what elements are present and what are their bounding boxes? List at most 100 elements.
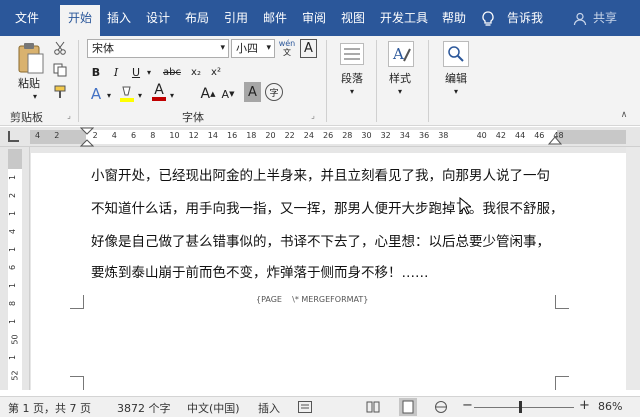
document-canvas: 小窗开处，已经现出阿金的上半身来，并且立刻看见了我，向那男人说了一句 不知道什么… [30,147,640,390]
crop-mark [555,295,569,309]
tab-view[interactable]: 视图 [337,6,369,36]
zoom-slider-thumb[interactable] [519,401,522,413]
paste-button[interactable]: 粘贴 [10,76,48,90]
ruler-tick-label: 32 [380,131,391,140]
text-effects-dropdown-icon[interactable]: ▾ [104,86,114,104]
tab-home[interactable]: 开始 [60,5,100,36]
web-layout-icon[interactable] [434,400,448,414]
zoom-slider-track[interactable] [474,407,574,408]
right-indent-marker-icon[interactable] [548,133,562,145]
vertical-ruler[interactable]: 1 2 1 4 1 6 1 8 1 50 1 52 [0,147,30,390]
font-name-box[interactable]: 宋体 ▾ [87,39,229,58]
share-button[interactable]: 共享 [589,6,621,36]
styles-dropdown-icon[interactable]: ▾ [393,86,407,96]
paste-dropdown-icon[interactable]: ▾ [28,91,42,101]
ruler-tick-label: 52 [10,370,20,381]
copy-icon[interactable] [53,63,67,77]
tab-design[interactable]: 设计 [142,6,174,36]
chevron-down-icon[interactable]: ▾ [266,40,271,57]
tab-layout[interactable]: 布局 [181,6,213,36]
indent-marker-icon[interactable] [80,127,94,147]
macro-record-icon[interactable] [298,401,312,413]
group-divider [326,40,327,122]
grow-font-button[interactable]: A ▲ [199,84,217,104]
zoom-level[interactable]: 86% [598,400,622,413]
zoom-in-button[interactable]: + [579,398,590,413]
phonetic-guide-label: wén [278,39,296,48]
read-mode-icon[interactable] [366,400,380,414]
tab-references[interactable]: 引用 [220,6,252,36]
collapse-ribbon-icon[interactable]: ∧ [617,110,631,120]
document-line[interactable]: 好像是自己做了甚么错事似的，书译不下去了，心里想：以后总要少管闲事， [91,230,550,250]
find-magnifier-icon[interactable] [443,41,469,67]
cut-icon[interactable] [53,41,67,55]
character-shading-button[interactable]: A [244,82,261,102]
tab-help[interactable]: 帮助 [438,6,470,36]
print-layout-icon[interactable] [399,398,417,416]
chevron-down-icon[interactable]: ▾ [220,40,225,57]
subscript-button[interactable]: x₂ [188,63,204,81]
document-line[interactable]: 不知道什么话，用手向我一指，又一挥，那男人便开大步跑掉了。我很不舒服， [91,197,564,217]
tab-review[interactable]: 审阅 [298,6,330,36]
ruler-tick-label: 2 [8,192,18,199]
font-group-label: 字体 [182,111,204,124]
editing-button[interactable]: 编辑 [440,71,472,85]
ruler-tick-label: 1 [8,354,18,361]
phonetic-guide-button[interactable]: wén 文 [278,38,296,58]
clipboard-launcher-icon[interactable]: ⌟ [64,110,74,120]
share-person-icon[interactable] [573,12,587,26]
character-border-button[interactable]: A [300,39,317,58]
language-indicator[interactable]: 中文(中国) [187,400,240,416]
font-color-icon[interactable]: A [151,82,167,102]
document-line[interactable]: 小窗开处，已经现出阿金的上半身来，并且立刻看见了我，向那男人说了一句 [91,164,550,184]
ruler-tick-label: 50 [10,334,20,345]
zoom-out-button[interactable]: − [462,398,473,413]
tab-developer[interactable]: 开发工具 [376,6,432,36]
ruler-tick-label: 18 [246,131,257,140]
paragraph-lines-icon[interactable] [340,43,364,65]
vertical-scrollbar[interactable] [626,147,640,390]
font-launcher-icon[interactable]: ⌟ [308,110,318,120]
tab-mailings[interactable]: 邮件 [259,6,291,36]
font-color-dropdown-icon[interactable]: ▾ [167,86,177,104]
styles-icon[interactable]: A [388,41,414,67]
ruler-tick-label: 20 [265,131,276,140]
ruler-tick-label: 10 [169,131,180,140]
lightbulb-icon[interactable] [481,11,495,27]
ruler-tick-label: 6 [131,131,137,140]
styles-button[interactable]: 样式 [384,71,416,85]
ruler-tick-label: 30 [361,131,372,140]
page-count[interactable]: 第 1 页，共 7 页 [8,400,91,416]
paragraph-dropdown-icon[interactable]: ▾ [345,86,359,96]
clipboard-paste-icon[interactable] [16,42,46,76]
format-painter-icon[interactable] [53,85,67,99]
editing-dropdown-icon[interactable]: ▾ [449,86,463,96]
font-size-value: 小四 [236,42,258,55]
ruler-tick-label: 1 [8,210,18,217]
highlight-icon[interactable] [119,84,135,104]
enclose-characters-button[interactable]: 字 [265,83,283,101]
tell-me-search[interactable]: 告诉我 [505,6,545,36]
horizontal-ruler[interactable]: 4 2 2 4 6 8 10 12 14 16 18 20 22 24 26 28 30 32 34 36 38 40 42… [0,127,640,147]
tab-file[interactable]: 文件 [9,6,45,36]
strikethrough-button[interactable]: abc [160,63,184,81]
font-size-box[interactable]: 小四 ▾ [231,39,275,58]
paragraph-button[interactable]: 段落 [336,71,368,85]
underline-button[interactable]: U [128,63,144,81]
underline-dropdown-icon[interactable]: ▾ [144,63,154,81]
vruler-margin [8,149,22,169]
ruler-tick-label: 1 [8,246,18,253]
tab-insert[interactable]: 插入 [103,6,135,36]
superscript-button[interactable]: x² [208,63,224,81]
bold-button[interactable]: B [88,63,104,81]
document-line[interactable]: 要炼到泰山崩于前而色不变，炸弹落于侧而身不移！…… [91,261,429,281]
highlight-dropdown-icon[interactable]: ▾ [135,86,145,104]
text-effects-icon[interactable]: A [88,84,104,104]
word-count[interactable]: 3872 个字 [117,400,171,416]
italic-button[interactable]: I [108,63,124,81]
shrink-font-button[interactable]: A ▼ [219,84,237,104]
document-page[interactable]: 小窗开处，已经现出阿金的上半身来，并且立刻看见了我，向那男人说了一句 不知道什么… [31,153,626,390]
insert-mode-indicator[interactable]: 插入 [258,400,280,416]
ruler-tick-label: 42 [495,131,506,140]
footer-page-field[interactable]: {PAGE \* MERGEFORMAT} [256,295,368,304]
